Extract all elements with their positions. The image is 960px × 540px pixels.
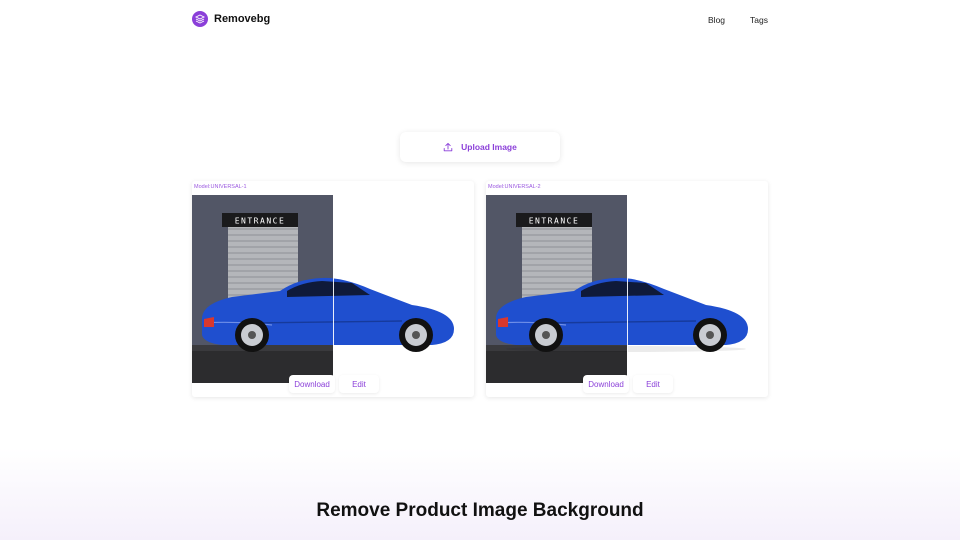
upload-image-label: Upload Image bbox=[461, 142, 517, 152]
brand-name: Removebg bbox=[214, 13, 271, 25]
download-button[interactable]: Download bbox=[289, 375, 335, 393]
nav-tags[interactable]: Tags bbox=[750, 15, 768, 25]
edit-button[interactable]: Edit bbox=[339, 375, 379, 393]
result-card-2: Model:UNIVERSAL-2 ENTRANCE Download Edit bbox=[486, 181, 768, 397]
comparison-divider[interactable] bbox=[333, 195, 334, 383]
result-card-1: Model:UNIVERSAL-1 ENTRANCE Download Edit bbox=[192, 181, 474, 397]
upload-image-button[interactable]: Upload Image bbox=[400, 132, 560, 162]
edit-button[interactable]: Edit bbox=[633, 375, 673, 393]
info-section bbox=[0, 448, 960, 540]
nav-blog[interactable]: Blog bbox=[708, 15, 725, 25]
section-title: Remove Product Image Background bbox=[316, 500, 644, 521]
brand[interactable]: Removebg bbox=[192, 11, 270, 27]
model-label: Model:UNIVERSAL-1 bbox=[194, 184, 247, 190]
model-label: Model:UNIVERSAL-2 bbox=[488, 184, 541, 190]
comparison-divider[interactable] bbox=[627, 195, 628, 383]
entrance-sign: ENTRANCE bbox=[529, 217, 580, 226]
entrance-sign: ENTRANCE bbox=[235, 217, 286, 226]
site-header: Removebg Blog Tags bbox=[0, 0, 960, 40]
main-nav: Blog Tags bbox=[708, 15, 768, 25]
layers-icon bbox=[192, 11, 208, 27]
download-button[interactable]: Download bbox=[583, 375, 629, 393]
upload-icon bbox=[443, 142, 453, 152]
card-actions: Download Edit bbox=[289, 375, 379, 393]
card-actions: Download Edit bbox=[583, 375, 673, 393]
